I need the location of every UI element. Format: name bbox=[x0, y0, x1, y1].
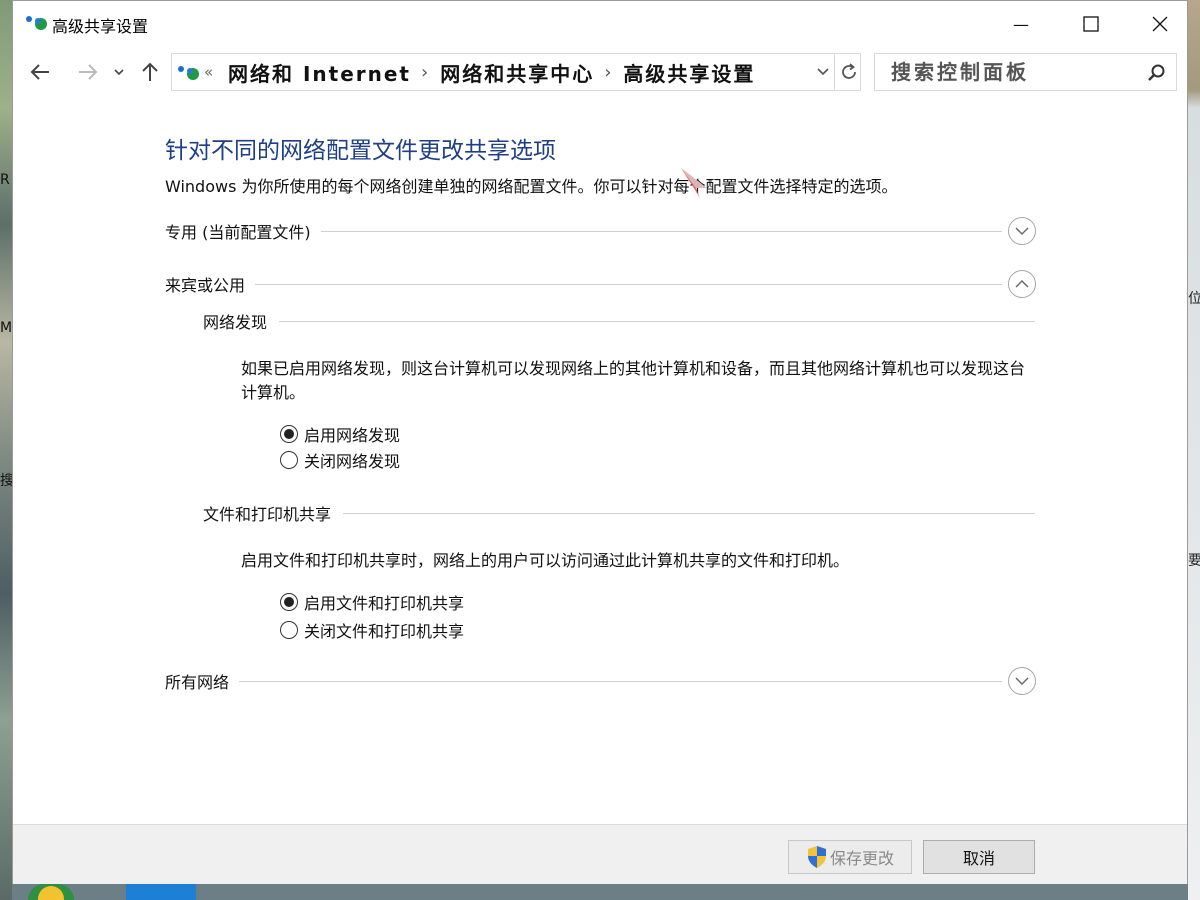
section-divider bbox=[343, 512, 1035, 514]
breadcrumb-separator[interactable]: › bbox=[421, 62, 430, 83]
radio-label[interactable]: 关闭网络发现 bbox=[304, 448, 400, 472]
forward-button[interactable] bbox=[73, 57, 103, 87]
search-box[interactable] bbox=[874, 53, 1177, 91]
dialog-footer: 保存更改 取消 bbox=[13, 824, 1187, 884]
search-input[interactable] bbox=[875, 54, 1135, 90]
advanced-sharing-settings-window: 高级共享设置 — « 网络和 Internet › 网络和共享中心 › 高级共享… bbox=[12, 0, 1188, 884]
save-changes-button[interactable]: 保存更改 bbox=[788, 840, 912, 874]
radio-selected-dot bbox=[284, 429, 294, 439]
breadcrumb-separator[interactable]: › bbox=[604, 62, 613, 83]
network-discovery-group: 网络发现 bbox=[203, 309, 1035, 333]
chevron-down-icon bbox=[1015, 677, 1029, 685]
taskbar-app-icon[interactable] bbox=[126, 884, 196, 900]
save-changes-label: 保存更改 bbox=[829, 849, 894, 868]
breadcrumb-network-internet[interactable]: 网络和 Internet bbox=[228, 58, 411, 87]
close-icon bbox=[1152, 16, 1168, 32]
network-discovery-description: 如果已启用网络发现，则这台计算机可以发现网络上的其他计算机和设备，而且其他网络计… bbox=[241, 359, 1026, 402]
expand-private-button[interactable] bbox=[1008, 217, 1036, 245]
network-discovery-heading: 网络发现 bbox=[203, 313, 268, 332]
profile-section-guest-public[interactable]: 来宾或公用 bbox=[165, 270, 1036, 298]
radio-disable-network-discovery[interactable]: 关闭网络发现 bbox=[280, 448, 400, 472]
file-printer-sharing-description: 启用文件和打印机共享时，网络上的用户可以访问通过此计算机共享的文件和打印机。 bbox=[241, 551, 850, 570]
network-sharing-icon bbox=[178, 66, 199, 80]
expand-all-networks-button[interactable] bbox=[1008, 667, 1036, 695]
minimize-icon: — bbox=[1013, 14, 1029, 34]
section-divider bbox=[239, 680, 1002, 682]
chevron-down-icon bbox=[817, 68, 829, 76]
minimize-button[interactable]: — bbox=[998, 1, 1044, 47]
recent-locations-button[interactable] bbox=[109, 57, 129, 87]
window-title: 高级共享设置 bbox=[52, 17, 149, 36]
mouse-cursor-icon bbox=[681, 168, 707, 198]
chevron-up-icon bbox=[1015, 280, 1029, 288]
desktop-wallpaper-left bbox=[0, 0, 12, 900]
page-title: 针对不同的网络配置文件更改共享选项 bbox=[165, 138, 556, 164]
profile-section-all-networks[interactable]: 所有网络 bbox=[165, 667, 1036, 695]
refresh-icon bbox=[841, 63, 856, 79]
section-divider bbox=[255, 283, 1002, 285]
page-description: Windows 为你所使用的每个网络创建单独的网络配置文件。你可以针对每个配置文… bbox=[165, 177, 898, 196]
radio-button[interactable] bbox=[280, 621, 298, 639]
radio-label[interactable]: 启用网络发现 bbox=[304, 422, 400, 446]
breadcrumb-network-sharing-center[interactable]: 网络和共享中心 bbox=[440, 58, 594, 87]
address-dropdown-button[interactable] bbox=[812, 54, 834, 90]
breadcrumb-advanced-sharing[interactable]: 高级共享设置 bbox=[623, 58, 755, 87]
radio-button[interactable] bbox=[280, 593, 298, 611]
arrow-left-icon bbox=[30, 64, 49, 80]
background-window-text: 位 bbox=[1188, 291, 1200, 307]
cancel-button[interactable]: 取消 bbox=[923, 840, 1035, 874]
profile-label-guest-public: 来宾或公用 bbox=[165, 276, 246, 295]
refresh-button[interactable] bbox=[834, 54, 862, 90]
background-window-right bbox=[1188, 0, 1200, 900]
radio-label[interactable]: 关闭文件和打印机共享 bbox=[304, 618, 464, 642]
radio-selected-dot bbox=[284, 597, 294, 607]
up-button[interactable] bbox=[137, 57, 163, 87]
title-bar[interactable]: 高级共享设置 — bbox=[13, 1, 1187, 47]
navigation-bar: « 网络和 Internet › 网络和共享中心 › 高级共享设置 bbox=[13, 47, 1187, 97]
radio-disable-file-printer-sharing[interactable]: 关闭文件和打印机共享 bbox=[280, 618, 464, 642]
desktop-icon-label: 搜 bbox=[0, 473, 12, 489]
breadcrumb: 网络和 Internet › 网络和共享中心 › 高级共享设置 bbox=[228, 58, 755, 87]
back-button[interactable] bbox=[25, 57, 55, 87]
section-divider bbox=[320, 230, 1002, 232]
profile-label-all-networks: 所有网络 bbox=[165, 673, 230, 692]
section-divider bbox=[279, 320, 1035, 322]
radio-button[interactable] bbox=[280, 451, 298, 469]
uac-shield-icon bbox=[807, 846, 826, 868]
radio-enable-network-discovery[interactable]: 启用网络发现 bbox=[280, 422, 400, 446]
arrow-up-icon bbox=[142, 62, 158, 81]
chevron-down-icon bbox=[114, 69, 124, 76]
arrow-right-icon bbox=[79, 64, 98, 80]
radio-enable-file-printer-sharing[interactable]: 启用文件和打印机共享 bbox=[280, 590, 464, 614]
radio-label[interactable]: 启用文件和打印机共享 bbox=[304, 590, 464, 614]
radio-button[interactable] bbox=[280, 425, 298, 443]
address-overflow-chevron[interactable]: « bbox=[204, 63, 213, 81]
close-button[interactable] bbox=[1137, 1, 1183, 47]
collapse-guest-public-button[interactable] bbox=[1008, 270, 1036, 298]
maximize-icon bbox=[1083, 16, 1099, 32]
desktop-icon-label: M bbox=[0, 320, 12, 336]
desktop-icon-label: R bbox=[0, 172, 10, 188]
chevron-down-icon bbox=[1015, 227, 1029, 235]
search-icon[interactable] bbox=[1147, 63, 1167, 83]
background-window-text: 要 bbox=[1188, 553, 1200, 569]
maximize-button[interactable] bbox=[1068, 1, 1114, 47]
profile-section-private[interactable]: 专用 (当前配置文件) bbox=[165, 217, 1036, 245]
file-printer-sharing-group: 文件和打印机共享 bbox=[203, 501, 1035, 525]
profile-label-private: 专用 (当前配置文件) bbox=[165, 223, 311, 242]
file-printer-sharing-heading: 文件和打印机共享 bbox=[203, 505, 332, 524]
address-bar[interactable]: « 网络和 Internet › 网络和共享中心 › 高级共享设置 bbox=[171, 53, 861, 91]
network-sharing-icon bbox=[26, 16, 47, 30]
